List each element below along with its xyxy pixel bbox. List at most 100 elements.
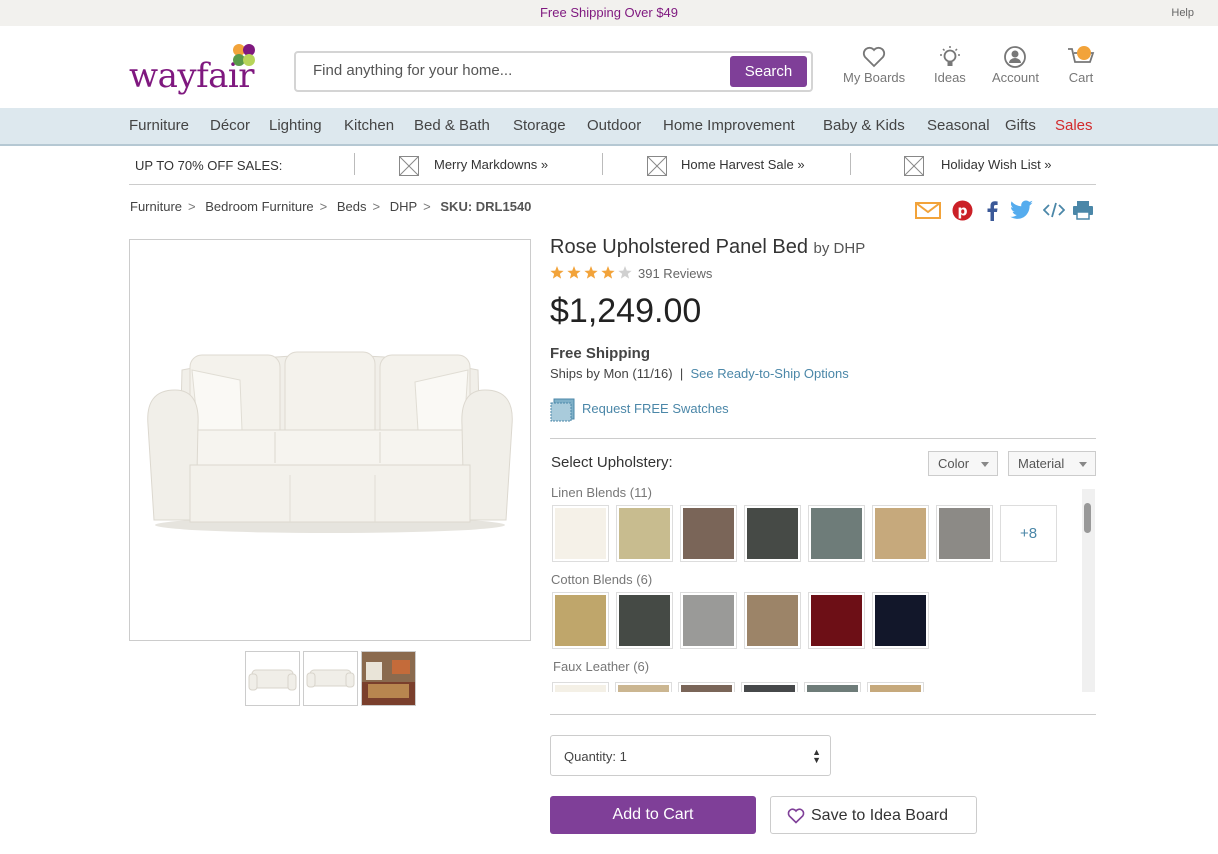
nav-baby-kids[interactable]: Baby & Kids: [823, 117, 905, 134]
upholstery-swatch[interactable]: [808, 505, 865, 562]
nav-lighting[interactable]: Lighting: [269, 117, 322, 134]
save-to-idea-board-button[interactable]: Save to Idea Board: [770, 796, 977, 834]
request-swatches-link[interactable]: Request FREE Swatches: [582, 401, 729, 416]
swatch-color: [875, 595, 926, 646]
upholstery-swatch[interactable]: [680, 592, 737, 649]
color-filter-dropdown[interactable]: Color: [928, 451, 998, 476]
upholstery-swatch[interactable]: [808, 592, 865, 649]
nav-home-improvement[interactable]: Home Improvement: [663, 117, 795, 134]
reviews-link[interactable]: 391 Reviews: [638, 266, 712, 281]
swatch-color: [811, 508, 862, 559]
product-brand[interactable]: by DHP: [814, 240, 866, 257]
upholstery-swatch[interactable]: [552, 682, 609, 692]
product-main-image[interactable]: [129, 239, 531, 641]
cart-label: Cart: [1068, 70, 1094, 85]
free-shipping-banner[interactable]: Free Shipping Over $49: [0, 5, 1218, 20]
nav-storage[interactable]: Storage: [513, 117, 566, 134]
sofa-thumbnail-image: [248, 669, 297, 691]
breadcrumb-dhp[interactable]: DHP: [390, 199, 417, 214]
ideas-button[interactable]: Ideas: [934, 46, 966, 85]
lightbulb-icon: [939, 46, 960, 66]
rating-stars[interactable]: [550, 265, 634, 281]
room-scene-thumbnail-image: [362, 652, 415, 705]
swatch-scrollbar-thumb[interactable]: [1084, 503, 1091, 533]
upholstery-swatch[interactable]: [936, 505, 993, 562]
broken-image-icon: [399, 156, 419, 176]
swatch-color: [875, 508, 926, 559]
upholstery-swatch[interactable]: [616, 505, 673, 562]
star-icon: [601, 266, 615, 279]
request-swatches[interactable]: Request FREE Swatches: [550, 397, 729, 428]
embed-code-icon[interactable]: [1043, 200, 1065, 220]
upholstery-swatch[interactable]: [678, 682, 735, 692]
more-swatches-button[interactable]: +8: [1000, 505, 1057, 562]
wayfair-logo[interactable]: wayfair: [129, 42, 269, 96]
pinterest-icon[interactable]: p: [952, 200, 973, 221]
nav-bed-bath[interactable]: Bed & Bath: [414, 117, 490, 134]
add-to-cart-button[interactable]: Add to Cart: [550, 796, 756, 834]
nav-kitchen[interactable]: Kitchen: [344, 117, 394, 134]
material-filter-label: Material: [1018, 456, 1065, 471]
account-label: Account: [992, 70, 1039, 85]
site-header: wayfair Find anything for your home... S…: [0, 26, 1218, 108]
star-icon: [567, 266, 581, 279]
sale-home-harvest[interactable]: Home Harvest Sale »: [681, 157, 805, 172]
nav-decor[interactable]: Décor: [210, 117, 250, 134]
upholstery-swatch[interactable]: [872, 592, 929, 649]
broken-image-icon: [647, 156, 667, 176]
search-input[interactable]: Find anything for your home...: [313, 62, 512, 79]
divider: [354, 153, 355, 175]
nav-sales[interactable]: Sales: [1055, 117, 1093, 134]
nav-outdoor[interactable]: Outdoor: [587, 117, 641, 134]
swatch-color: [683, 595, 734, 646]
sku-label: SKU: DRL1540: [440, 199, 532, 214]
upholstery-swatch[interactable]: [741, 682, 798, 692]
nav-seasonal[interactable]: Seasonal: [927, 117, 990, 134]
divider: [850, 153, 851, 175]
upholstery-swatch[interactable]: [552, 505, 609, 562]
help-link[interactable]: Help: [1171, 7, 1194, 19]
upholstery-swatch[interactable]: [872, 505, 929, 562]
sale-merry-markdowns[interactable]: Merry Markdowns »: [434, 157, 548, 172]
nav-gifts[interactable]: Gifts: [1005, 117, 1036, 134]
material-filter-dropdown[interactable]: Material: [1008, 451, 1096, 476]
swatch-color: [681, 685, 732, 692]
facebook-icon[interactable]: [985, 200, 999, 221]
breadcrumb-bedroom-furniture[interactable]: Bedroom Furniture: [205, 199, 313, 214]
upholstery-swatch[interactable]: [552, 592, 609, 649]
my-boards-button[interactable]: My Boards: [843, 46, 905, 85]
divider: [550, 438, 1096, 439]
cart-button[interactable]: Cart: [1066, 46, 1096, 85]
search-box: Find anything for your home... Search: [294, 51, 813, 92]
ready-to-ship-link[interactable]: See Ready-to-Ship Options: [690, 366, 848, 381]
upholstery-swatch[interactable]: [615, 682, 672, 692]
print-icon[interactable]: [1072, 200, 1094, 220]
breadcrumb: Furniture > Bedroom Furniture > Beds > DHP >…: [130, 199, 537, 214]
swatch-color: [555, 595, 606, 646]
breadcrumb-furniture[interactable]: Furniture: [130, 199, 182, 214]
thumbnail-1[interactable]: [245, 651, 300, 706]
upholstery-swatch[interactable]: [744, 505, 801, 562]
ideas-label: Ideas: [934, 70, 966, 85]
sale-holiday-wish-list[interactable]: Holiday Wish List »: [941, 157, 1052, 172]
thumbnail-3[interactable]: [361, 651, 416, 706]
upholstery-swatch[interactable]: [744, 592, 801, 649]
twitter-icon[interactable]: [1010, 200, 1034, 220]
promo-bar: Free Shipping Over $49 Help: [0, 0, 1218, 26]
quantity-select[interactable]: Quantity: 1 ▲ ▼: [550, 735, 831, 776]
faux-leather-label: Faux Leather (6): [553, 659, 650, 674]
nav-furniture[interactable]: Furniture: [129, 117, 189, 134]
account-button[interactable]: Account: [992, 46, 1039, 85]
email-icon[interactable]: [915, 200, 941, 220]
search-button[interactable]: Search: [730, 56, 807, 87]
upholstery-swatch[interactable]: [616, 592, 673, 649]
breadcrumb-beds[interactable]: Beds: [337, 199, 367, 214]
upholstery-swatch[interactable]: [680, 505, 737, 562]
thumbnail-2[interactable]: [303, 651, 358, 706]
breadcrumb-separator: >: [188, 199, 196, 214]
swatch-color: [683, 508, 734, 559]
upholstery-swatch[interactable]: [804, 682, 861, 692]
swatch-color: [744, 685, 795, 692]
upholstery-swatch[interactable]: [867, 682, 924, 692]
swatch-color: [807, 685, 858, 692]
